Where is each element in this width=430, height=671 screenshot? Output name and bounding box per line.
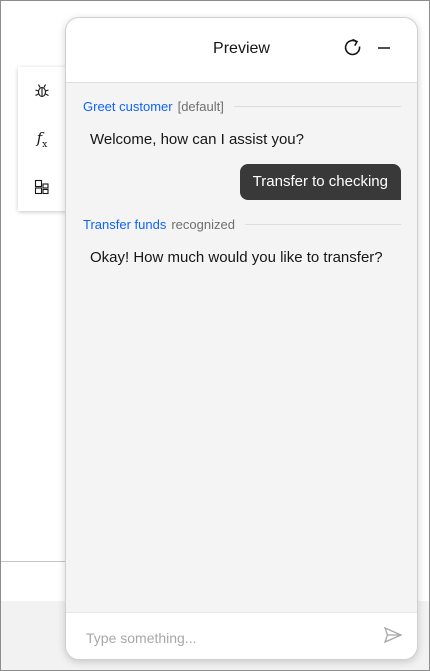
- preview-panel: Preview Greet customer [default] Welcome…: [65, 17, 418, 660]
- intent-status: [default]: [177, 99, 224, 114]
- message-input-bar: [66, 612, 417, 659]
- debug-icon: [34, 83, 50, 99]
- variables-button[interactable]: [18, 165, 66, 209]
- divider-line: [244, 224, 401, 225]
- intent-link[interactable]: Greet customer: [83, 99, 173, 114]
- debug-button[interactable]: [18, 69, 66, 113]
- variables-icon: [34, 179, 50, 195]
- app-frame: fx Preview Greet customer [default] Welc…: [0, 0, 430, 671]
- send-button[interactable]: [381, 625, 405, 649]
- message-input[interactable]: [84, 623, 368, 653]
- refresh-icon: [342, 37, 364, 64]
- minimize-icon: [376, 40, 392, 61]
- refresh-button[interactable]: [341, 38, 365, 62]
- intent-link[interactable]: Transfer funds: [83, 217, 166, 232]
- preview-header: Preview: [66, 18, 417, 83]
- send-icon: [383, 625, 403, 650]
- bot-message: Welcome, how can I assist you?: [90, 131, 304, 148]
- function-icon: fx: [36, 128, 48, 150]
- user-message: Transfer to checking: [239, 164, 401, 200]
- canvas-divider: [1, 561, 71, 562]
- intent-status: recognized: [171, 217, 235, 232]
- intent-divider: Transfer funds recognized: [83, 217, 401, 232]
- function-button[interactable]: fx: [18, 117, 66, 161]
- side-toolbar: fx: [18, 67, 70, 211]
- intent-divider: Greet customer [default]: [83, 99, 401, 114]
- divider-line: [233, 106, 401, 107]
- minimize-button[interactable]: [372, 38, 396, 62]
- bot-message: Okay! How much would you like to transfe…: [90, 249, 383, 266]
